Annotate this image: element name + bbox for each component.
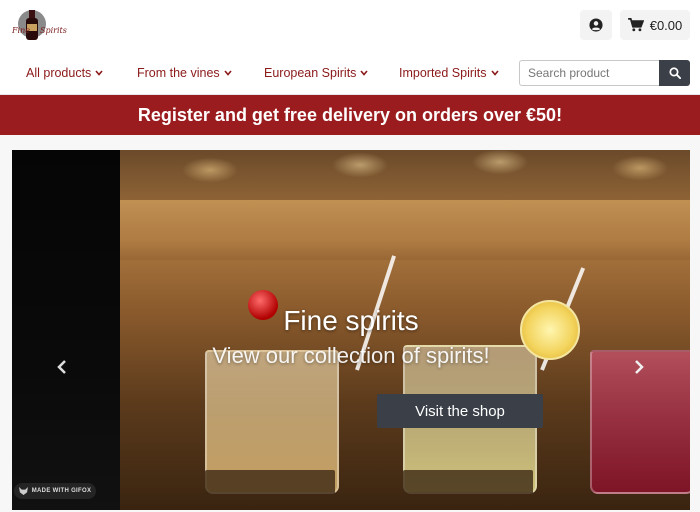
nav-item-imported-spirits[interactable]: Imported Spirits <box>399 66 499 80</box>
logo-text-spirits: Spirits <box>40 26 67 35</box>
hero-carousel: Fine spirits View our collection of spir… <box>12 150 690 510</box>
nav-item-european-spirits[interactable]: European Spirits <box>264 66 369 80</box>
bar-background <box>120 200 690 260</box>
promo-banner: Register and get free delivery on orders… <box>0 95 700 135</box>
site-header: Fine Spirits €0.00 <box>0 0 700 56</box>
cart-button[interactable]: €0.00 <box>620 10 690 40</box>
account-button[interactable] <box>580 10 612 40</box>
glass-base <box>403 470 533 494</box>
chevron-right-icon <box>635 360 644 374</box>
hero-subtitle: View our collection of spirits! <box>212 343 490 368</box>
chevron-down-icon <box>360 70 369 76</box>
hero-title: Fine spirits <box>283 305 419 336</box>
user-circle-icon <box>589 18 603 32</box>
chevron-down-icon <box>224 70 232 76</box>
chevron-left-icon <box>57 360 66 374</box>
shopping-cart-icon <box>627 18 644 32</box>
carousel-next-button[interactable] <box>627 355 651 379</box>
glass-base <box>205 470 335 494</box>
chevron-down-icon <box>490 70 499 76</box>
logo-text-fine: Fine <box>12 26 30 35</box>
chevron-down-icon <box>95 70 103 76</box>
cart-total: €0.00 <box>649 17 683 33</box>
nav-item-label: European Spirits <box>264 66 357 80</box>
nav-item-label: From the vines <box>137 66 220 80</box>
site-logo[interactable]: Fine Spirits <box>10 8 68 46</box>
gifox-watermark: MADE WITH GIFOX <box>14 483 96 499</box>
nav-item-label: Imported Spirits <box>399 66 487 80</box>
promo-text: Register and get free delivery on orders… <box>137 104 563 125</box>
fox-icon <box>18 487 28 495</box>
nav-item-from-the-vines[interactable]: From the vines <box>137 66 232 80</box>
watermark-text: MADE WITH GIFOX <box>31 488 92 494</box>
search-input[interactable] <box>519 60 659 86</box>
nav-item-label: All products <box>26 66 92 80</box>
visit-shop-button[interactable]: Visit the shop <box>377 394 543 428</box>
search-button[interactable] <box>659 60 690 86</box>
carousel-prev-button[interactable] <box>50 355 74 379</box>
nav-item-all-products[interactable]: All products <box>26 66 103 80</box>
search-icon <box>668 67 681 79</box>
